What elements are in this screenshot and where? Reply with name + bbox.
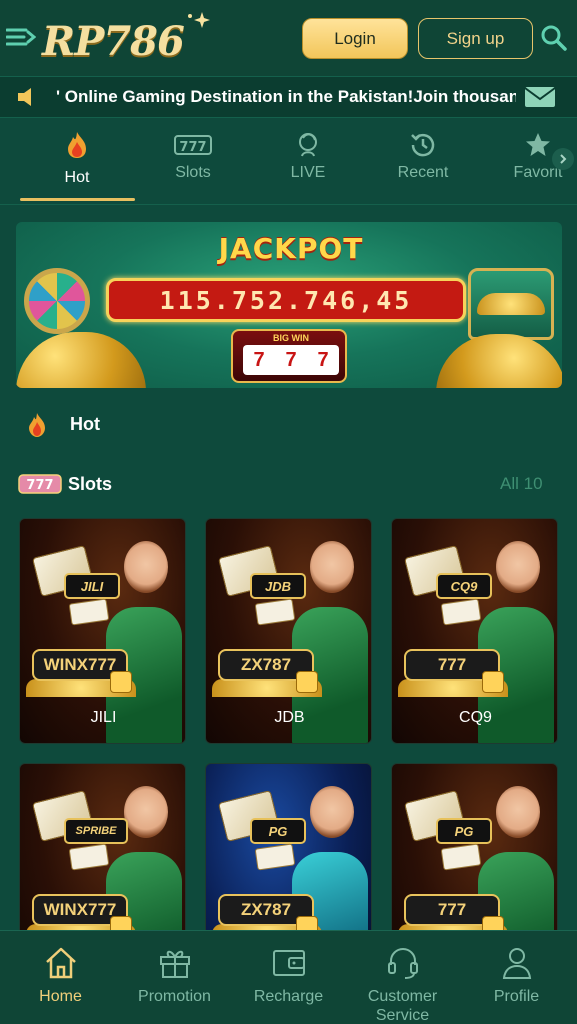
- search-icon[interactable]: [540, 24, 568, 52]
- wallet-icon: [273, 950, 305, 976]
- tab-hot[interactable]: Hot: [19, 118, 135, 204]
- jackpot-counter: 115.752.746,45: [106, 278, 466, 322]
- playing-cards-image: [440, 598, 482, 626]
- jackpot-title: JACKPOT: [218, 232, 364, 265]
- game-card-jili[interactable]: JILI WINX777 JILI: [19, 518, 186, 744]
- active-tab-indicator: [20, 198, 135, 201]
- tab-label: Recent: [397, 164, 449, 181]
- slot-reels: 7 7 7: [243, 345, 339, 375]
- tab-live[interactable]: LIVE: [250, 118, 366, 204]
- reel-value: 7: [285, 348, 297, 371]
- flame-icon: [68, 132, 86, 158]
- chest-coins-image: [477, 293, 545, 315]
- game-card-jdb[interactable]: JDB ZX787 JDB: [205, 518, 372, 744]
- provider-logo: PG: [436, 818, 492, 844]
- nav-customer-service[interactable]: Customer Service: [345, 931, 460, 1024]
- home-icon: [46, 947, 76, 979]
- user-icon: [502, 948, 532, 979]
- header: RP786 Login Sign up: [0, 0, 577, 76]
- fortune-wheel-image: [24, 268, 90, 334]
- tab-label: Hot: [64, 169, 90, 186]
- nav-label: Profile: [493, 988, 540, 1005]
- section-slots-header: 777 Slots All 10: [0, 464, 577, 504]
- jackpot-amount: 115.752.746,45: [159, 285, 413, 315]
- menu-icon[interactable]: [6, 26, 36, 48]
- section-hot-header: Hot: [0, 402, 577, 446]
- playing-cards-image: [68, 598, 110, 626]
- gift-icon: [160, 950, 190, 978]
- game-name: JDB: [274, 709, 305, 726]
- star-icon: [526, 133, 550, 156]
- provider-logo: PG: [250, 818, 306, 844]
- playing-cards-image: [254, 843, 296, 871]
- game-name: CQ9: [459, 709, 492, 726]
- coin-pile-image: [436, 334, 562, 388]
- slot-machine-image: BIG WIN 7 7 7: [231, 329, 347, 383]
- model-image: [496, 786, 540, 838]
- nav-profile[interactable]: Profile: [459, 931, 574, 1024]
- tab-recent[interactable]: Recent: [365, 118, 481, 204]
- login-button[interactable]: Login: [302, 18, 408, 59]
- tab-label: LIVE: [290, 164, 326, 181]
- slot-777-icon: 777: [174, 135, 212, 155]
- speaker-icon: [18, 88, 31, 106]
- svg-text:777: 777: [179, 140, 206, 155]
- jackpot-banner[interactable]: JACKPOT 115.752.746,45 BIG WIN 7 7 7: [16, 222, 562, 388]
- provider-logo: JDB: [250, 573, 306, 599]
- nav-home[interactable]: Home: [3, 931, 118, 1024]
- section-title: Hot: [70, 414, 100, 434]
- sparkle-icon: [188, 12, 210, 28]
- dice-icon: [296, 671, 318, 693]
- playing-cards-image: [254, 598, 296, 626]
- treasure-chest-image: [468, 268, 554, 340]
- view-all-link[interactable]: All 10: [500, 474, 543, 494]
- playing-cards-image: [68, 843, 110, 871]
- playing-cards-image: [440, 843, 482, 871]
- reel-value: 7: [317, 348, 329, 371]
- model-image: [310, 786, 354, 838]
- model-image: [496, 541, 540, 593]
- headset-icon: [388, 948, 418, 979]
- game-card-cq9[interactable]: CQ9 777 CQ9: [391, 518, 558, 744]
- tab-label: Slots: [175, 164, 211, 181]
- category-tabs: Hot 777 Slots LIVE Recent Favorit: [0, 118, 577, 204]
- svg-text:777: 777: [26, 478, 53, 493]
- nav-label: Customer Service: [367, 988, 438, 1024]
- mail-icon[interactable]: [524, 85, 556, 109]
- nav-label: Recharge: [253, 988, 324, 1005]
- announcement-bar: ' Online Gaming Destination in the Pakis…: [0, 76, 577, 118]
- tab-slots[interactable]: 777 Slots: [135, 118, 251, 204]
- section-title: Slots: [68, 474, 113, 494]
- logo-text: RP786: [42, 18, 185, 65]
- logo[interactable]: RP786: [42, 10, 214, 68]
- flame-icon: [29, 413, 45, 437]
- nav-label: Home: [39, 988, 82, 1005]
- tabs-scroll-right-button[interactable]: [552, 148, 574, 170]
- signup-button[interactable]: Sign up: [418, 18, 533, 59]
- nav-recharge[interactable]: Recharge: [231, 931, 346, 1024]
- coin-pile-image: [16, 332, 146, 388]
- reel-value: 7: [253, 348, 265, 371]
- dice-icon: [482, 671, 504, 693]
- provider-logo: SPRIBE: [64, 818, 128, 844]
- live-dealer-icon: [299, 133, 317, 157]
- announcement-text: ' Online Gaming Destination in the Pakis…: [56, 87, 516, 106]
- provider-logo: JILI: [64, 573, 120, 599]
- bigwin-label: BIG WIN: [273, 333, 309, 343]
- nav-label: Promotion: [138, 988, 211, 1005]
- game-name: JILI: [90, 709, 117, 726]
- dice-icon: [110, 671, 132, 693]
- bottom-navigation: Home Promotion Recharge Customer Service: [0, 930, 577, 1024]
- model-image: [124, 786, 168, 838]
- chevron-right-icon: [560, 154, 567, 164]
- model-image: [124, 541, 168, 593]
- nav-promotion[interactable]: Promotion: [117, 931, 232, 1024]
- history-icon: [411, 133, 435, 157]
- divider: [0, 204, 577, 205]
- slot-777-icon: 777: [18, 474, 62, 494]
- provider-logo: CQ9: [436, 573, 492, 599]
- model-image: [310, 541, 354, 593]
